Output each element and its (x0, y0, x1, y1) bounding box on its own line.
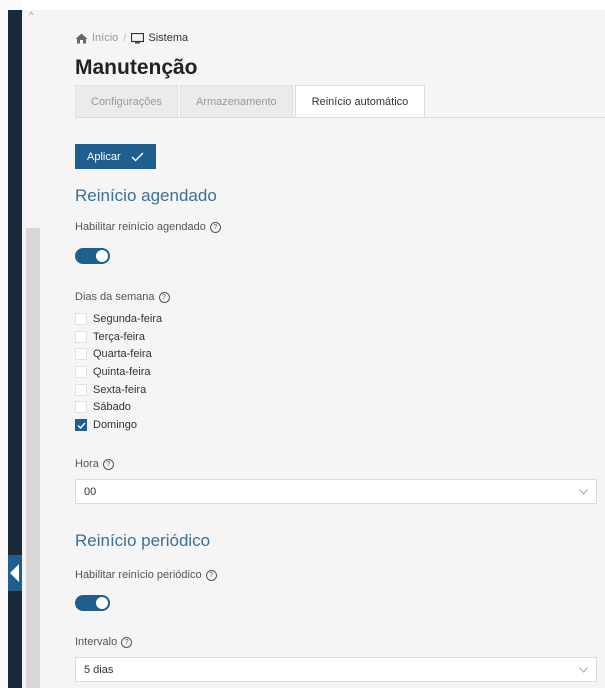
chevron-left-icon (10, 564, 19, 582)
checkbox[interactable] (75, 313, 87, 325)
scroll-up-icon[interactable]: ^ (29, 11, 33, 20)
enable-periodic-toggle[interactable] (75, 595, 110, 611)
page-title: Manutenção (75, 56, 198, 79)
help-icon[interactable]: ? (158, 291, 170, 303)
tab-reinicio-automatico[interactable]: Reinício automático (294, 85, 426, 118)
enable-scheduled-label: Habilitar reinício agendado ? (75, 221, 221, 233)
checkbox[interactable] (75, 401, 87, 413)
sidebar-collapse-button[interactable] (8, 555, 22, 591)
hour-text: Hora (75, 458, 99, 470)
enable-scheduled-toggle[interactable] (75, 248, 110, 264)
hour-label: Hora ? (75, 458, 114, 470)
interval-text: Intervalo (75, 636, 118, 648)
day-label: Sexta-feira (93, 384, 147, 396)
day-segunda[interactable]: Segunda-feira (75, 313, 162, 325)
check-icon (131, 151, 144, 162)
help-icon[interactable]: ? (209, 221, 221, 233)
content-area: Início / Sistema Manutenção Configuraçõe… (40, 10, 605, 688)
section-title-periodic: Reinício periódico (75, 531, 211, 550)
chevron-down-icon (579, 667, 588, 673)
day-label: Segunda-feira (93, 313, 163, 325)
day-sexta[interactable]: Sexta-feira (75, 384, 146, 396)
scrollbar-thumb[interactable] (26, 228, 40, 688)
breadcrumb-current: Sistema (148, 32, 189, 44)
day-domingo[interactable]: Domingo (75, 419, 137, 431)
tab-armazenamento[interactable]: Armazenamento (179, 85, 293, 118)
enable-periodic-label: Habilitar reinício periódico ? (75, 569, 217, 581)
apply-button[interactable]: Aplicar (75, 144, 156, 169)
tab-configuracoes[interactable]: Configurações (75, 85, 178, 118)
toggle-knob (96, 250, 108, 262)
monitor-icon (131, 32, 145, 43)
day-quarta[interactable]: Quarta-feira (75, 348, 152, 360)
interval-label: Intervalo ? (75, 636, 133, 648)
apply-button-label: Aplicar (87, 150, 121, 163)
help-icon[interactable]: ? (102, 458, 114, 470)
enable-periodic-text: Habilitar reinício periódico (75, 569, 202, 581)
hour-select[interactable]: 00 (75, 479, 597, 504)
breadcrumb-separator: / (123, 32, 127, 44)
breadcrumb: Início / Sistema (75, 32, 188, 44)
enable-scheduled-text: Habilitar reinício agendado (75, 221, 206, 233)
breadcrumb-home[interactable]: Início (92, 32, 118, 44)
checkbox[interactable] (75, 348, 87, 360)
check-icon (77, 422, 86, 429)
day-label: Terça-feira (93, 331, 145, 343)
days-text: Dias da semana (75, 291, 155, 303)
day-label: Domingo (93, 419, 138, 431)
section-title-scheduled: Reinício agendado (75, 186, 217, 205)
checkbox[interactable] (75, 366, 87, 378)
tab-bar: Configurações Armazenamento Reinício aut… (75, 85, 426, 118)
hour-value: 00 (84, 485, 97, 498)
interval-select[interactable]: 5 dias (75, 657, 597, 682)
toggle-knob (96, 597, 108, 609)
checkbox[interactable] (75, 331, 87, 343)
days-label: Dias da semana ? (75, 291, 170, 303)
checkbox[interactable] (75, 384, 87, 396)
day-terca[interactable]: Terça-feira (75, 331, 145, 343)
chevron-down-icon (579, 489, 588, 495)
help-icon[interactable]: ? (121, 636, 133, 648)
day-label: Sábado (93, 401, 131, 413)
tabs-divider (75, 117, 605, 118)
day-sabado[interactable]: Sábado (75, 401, 131, 413)
checkbox-checked[interactable] (75, 419, 87, 431)
help-icon[interactable]: ? (205, 569, 217, 581)
day-label: Quarta-feira (93, 348, 152, 360)
home-icon (75, 33, 88, 43)
interval-value: 5 dias (84, 663, 114, 676)
day-quinta[interactable]: Quinta-feira (75, 366, 150, 378)
day-label: Quinta-feira (93, 366, 151, 378)
